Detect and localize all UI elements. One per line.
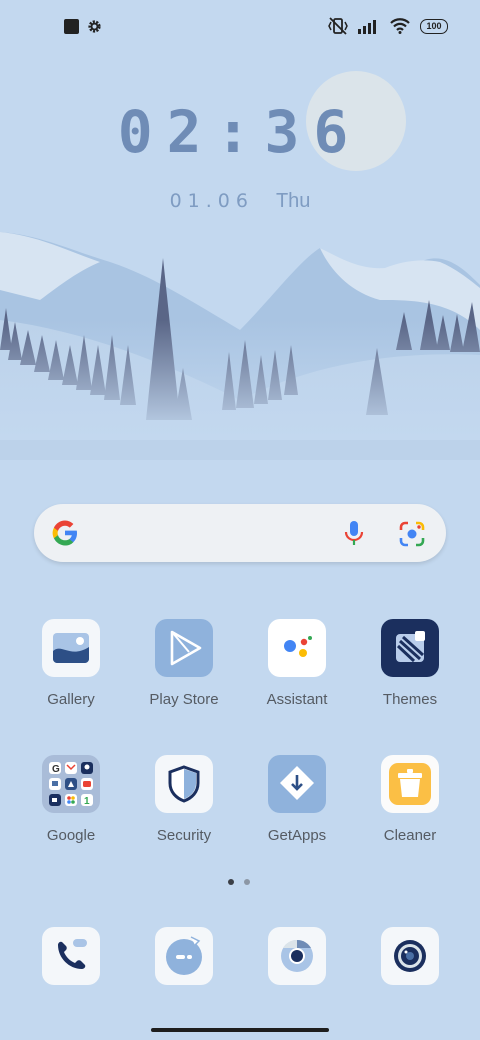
app-label: Google [46, 827, 96, 844]
trash-bin-icon [381, 755, 439, 813]
app-label: Themes [382, 691, 438, 708]
status-bar: 100 [0, 0, 480, 54]
getapps-icon [268, 755, 326, 813]
google-search-bar[interactable] [34, 504, 446, 562]
play-store-icon [155, 619, 213, 677]
dock-phone[interactable] [15, 927, 127, 985]
app-getapps[interactable]: GetApps [241, 755, 353, 844]
app-folder-google[interactable]: G 1 Google [15, 755, 127, 844]
gallery-icon [42, 619, 100, 677]
chrome-icon [268, 927, 326, 985]
themes-icon [381, 619, 439, 677]
stop-square-icon [64, 19, 79, 34]
wifi-icon [390, 18, 410, 34]
app-gallery[interactable]: Gallery [15, 619, 127, 708]
svg-text:G: G [52, 764, 60, 775]
clock-date-row[interactable]: 01.06 Thu [0, 190, 480, 213]
battery-icon: 100 [420, 18, 448, 34]
svg-text:1: 1 [84, 796, 90, 807]
vibrate-icon [328, 17, 348, 35]
dock-messaging[interactable] [128, 927, 240, 985]
shield-icon [155, 755, 213, 813]
clock-day: Thu [275, 190, 311, 212]
signal-icon [358, 20, 376, 34]
app-label: Security [156, 827, 212, 844]
app-security[interactable]: Security [128, 755, 240, 844]
app-label: Assistant [266, 691, 328, 708]
app-play-store[interactable]: Play Store [128, 619, 240, 708]
clock-date: 01.06 [169, 190, 254, 212]
home-indicator-bar[interactable] [151, 1028, 329, 1032]
dock-camera[interactable] [354, 927, 466, 985]
messaging-icon [155, 927, 213, 985]
app-themes[interactable]: Themes [354, 619, 466, 708]
clock-time[interactable]: 02:36 [0, 98, 480, 166]
page-dot-active [228, 879, 234, 885]
app-label: Cleaner [383, 827, 437, 844]
app-label: Gallery [47, 691, 95, 708]
camera-icon [381, 927, 439, 985]
page-indicator [228, 879, 250, 885]
app-assistant[interactable]: Assistant [241, 619, 353, 708]
assistant-icon [268, 619, 326, 677]
google-g-icon [52, 520, 77, 546]
gear-icon [88, 20, 101, 33]
app-label: Play Store [149, 691, 219, 708]
page-dot [244, 879, 250, 885]
mic-icon[interactable] [342, 519, 366, 547]
google-lens-icon[interactable] [398, 520, 426, 548]
app-label: GetApps [267, 827, 327, 844]
google-folder-icon: G 1 [42, 755, 100, 813]
app-cleaner[interactable]: Cleaner [354, 755, 466, 844]
dock-chrome[interactable] [241, 927, 353, 985]
phone-icon [42, 927, 100, 985]
